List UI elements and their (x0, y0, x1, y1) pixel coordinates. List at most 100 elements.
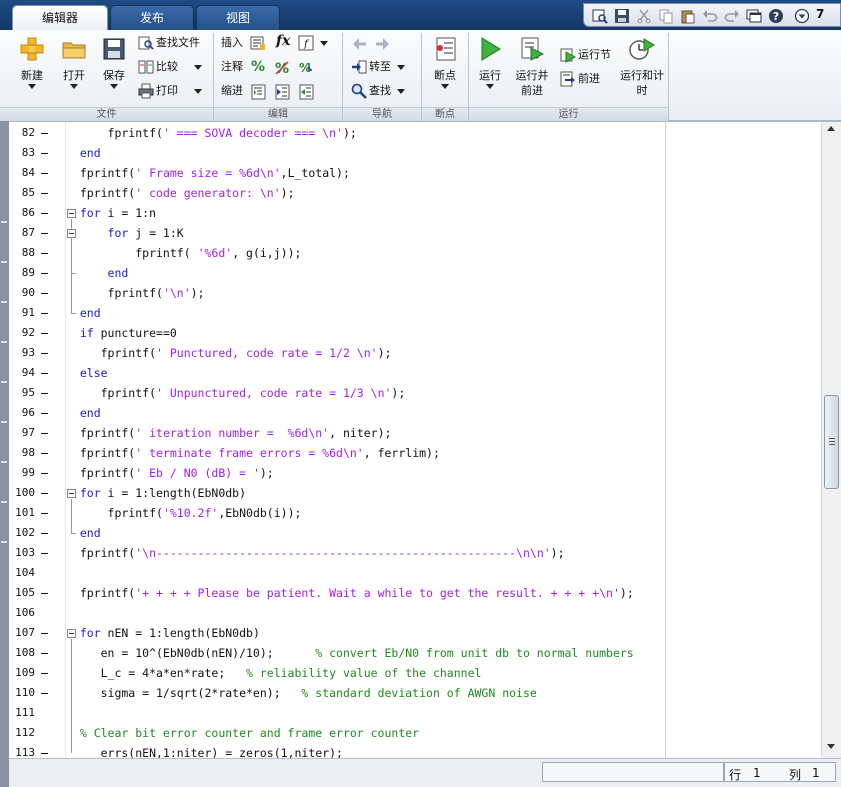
code-line[interactable]: sigma = 1/sqrt(2*rate*en); % standard de… (66, 683, 537, 703)
line-number[interactable]: 101 (9, 506, 35, 519)
function-browser-icon[interactable]: f (298, 35, 314, 51)
code-line[interactable]: fprintf('\n'); (66, 283, 205, 303)
code-line[interactable]: fprintf(' Frame size = %6d\n',L_total); (66, 163, 350, 183)
line-number[interactable]: 92 (9, 326, 35, 339)
code-line[interactable]: fprintf(' Eb / N0 (dB) = '); (66, 463, 274, 483)
run-and-advance-button[interactable]: 运行并前进 (511, 36, 553, 98)
breakpoint-marker[interactable] (41, 593, 48, 594)
save-dropdown-arrow[interactable] (110, 84, 118, 89)
print-button[interactable]: 打印 (138, 82, 202, 100)
line-number[interactable]: 97 (9, 426, 35, 439)
decrease-indent-icon[interactable] (299, 84, 315, 100)
breakpoint-marker[interactable] (41, 353, 48, 354)
line-number[interactable]: 87 (9, 226, 35, 239)
indent-button[interactable]: 缩进 (221, 82, 243, 100)
save-icon[interactable] (614, 8, 630, 24)
insert-function-button[interactable]: fx (276, 33, 290, 49)
compare-button[interactable]: 比较 (138, 58, 202, 76)
code-line[interactable]: for nEN = 1:length(EbN0db) (66, 623, 260, 643)
code-text-area[interactable]: fprintf(' === SOVA decoder === \n'); end… (66, 122, 826, 759)
comment-button[interactable]: 注释 (221, 58, 243, 76)
breakpoint-marker[interactable] (41, 293, 48, 294)
copy-icon[interactable] (658, 8, 674, 24)
smart-indent-icon[interactable] (251, 84, 267, 100)
breakpoint-marker[interactable] (41, 533, 48, 534)
line-number[interactable]: 98 (9, 446, 35, 459)
forward-arrow-icon[interactable] (374, 37, 390, 51)
paste-icon[interactable] (680, 8, 696, 24)
code-line[interactable]: fprintf(' === SOVA decoder === \n'); (66, 123, 357, 143)
breakpoint-marker[interactable] (41, 673, 48, 674)
line-number[interactable]: 107 (9, 626, 35, 639)
code-line[interactable]: if puncture==0 (66, 323, 177, 343)
line-number[interactable]: 103 (9, 546, 35, 559)
breakpoint-marker[interactable] (41, 173, 48, 174)
find-folder-icon[interactable] (592, 8, 608, 24)
help-icon[interactable]: ? (768, 8, 784, 24)
back-arrow-icon[interactable] (352, 37, 368, 51)
code-line[interactable]: errs(nEN,1:niter) = zeros(1,niter); (66, 743, 343, 759)
breakpoint-marker[interactable] (41, 493, 48, 494)
goto-dropdown-arrow[interactable] (397, 64, 405, 70)
code-line[interactable]: fprintf(' code generator: \n'); (66, 183, 295, 203)
advance-button[interactable]: 前进 (560, 70, 600, 88)
options-dropdown-icon[interactable] (794, 8, 810, 24)
vertical-scrollbar[interactable] (821, 122, 841, 759)
tab-view[interactable]: 视图 (196, 5, 280, 30)
code-line[interactable]: fprintf(' Unpunctured, code rate = 1/3 \… (66, 383, 406, 403)
code-line[interactable]: fprintf('%10.2f',EbN0db(i)); (66, 503, 302, 523)
breakpoint-marker[interactable] (41, 433, 48, 434)
line-number[interactable]: 93 (9, 346, 35, 359)
code-line[interactable]: fprintf('\n-----------------------------… (66, 543, 565, 563)
open-dropdown-arrow[interactable] (70, 84, 78, 89)
open-button[interactable]: 打开 (54, 36, 94, 89)
line-number[interactable]: 91 (9, 306, 35, 319)
line-number[interactable]: 108 (9, 646, 35, 659)
breakpoint-marker[interactable] (41, 253, 48, 254)
goto-button[interactable]: 转至 (351, 58, 405, 76)
redo-icon[interactable] (724, 8, 740, 24)
breakpoint-marker[interactable] (41, 473, 48, 474)
breakpoint-marker[interactable] (41, 453, 48, 454)
code-line[interactable]: end (66, 143, 101, 163)
breakpoint-marker[interactable] (41, 213, 48, 214)
switch-windows-icon[interactable] (746, 8, 762, 24)
line-number[interactable]: 109 (9, 666, 35, 679)
find-dropdown-arrow[interactable] (397, 88, 405, 94)
code-line[interactable]: end (66, 263, 129, 283)
wrap-comments-icon[interactable]: % (298, 60, 314, 76)
breakpoint-marker[interactable] (41, 153, 48, 154)
breakpoint-marker[interactable] (41, 133, 48, 134)
line-number[interactable]: 106 (9, 606, 35, 619)
breakpoint-marker[interactable] (41, 513, 48, 514)
breakpoint-marker[interactable] (41, 693, 48, 694)
print-dropdown-arrow[interactable] (194, 88, 202, 94)
line-number-gutter[interactable]: 82 83 84 85 86 87 88 89 90 91 92 93 94 95 96 97 98 99 100 1… (9, 122, 76, 759)
compare-dropdown-arrow[interactable] (194, 64, 202, 70)
breakpoint-marker[interactable] (41, 633, 48, 634)
breakpoint-marker[interactable] (41, 753, 48, 754)
line-number[interactable]: 82 (9, 126, 35, 139)
scroll-down-arrow[interactable] (827, 744, 835, 749)
increase-indent-icon[interactable] (275, 84, 291, 100)
line-number[interactable]: 83 (9, 146, 35, 159)
save-button[interactable]: 保存 (94, 36, 134, 89)
code-line[interactable]: end (66, 403, 101, 423)
new-dropdown-arrow[interactable] (28, 84, 36, 89)
line-number[interactable]: 102 (9, 526, 35, 539)
line-number[interactable]: 105 (9, 586, 35, 599)
line-number[interactable]: 100 (9, 486, 35, 499)
breakpoint-marker[interactable] (41, 273, 48, 274)
code-line[interactable]: end (66, 303, 101, 323)
code-line[interactable]: fprintf(' Punctured, code rate = 1/2 \n'… (66, 343, 392, 363)
code-line[interactable]: for i = 1:n (66, 203, 156, 223)
undo-icon[interactable] (702, 8, 718, 24)
cut-icon[interactable] (636, 8, 652, 24)
find-files-button[interactable]: 查找文件 (138, 34, 200, 52)
comment-percent-icon[interactable]: % (251, 59, 265, 75)
breakpoints-button[interactable]: 断点 (425, 36, 465, 89)
line-number[interactable]: 88 (9, 246, 35, 259)
code-line[interactable]: L_c = 4*a*en*rate; % reliability value o… (66, 663, 482, 683)
breakpoint-marker[interactable] (41, 373, 48, 374)
breakpoint-marker[interactable] (41, 233, 48, 234)
